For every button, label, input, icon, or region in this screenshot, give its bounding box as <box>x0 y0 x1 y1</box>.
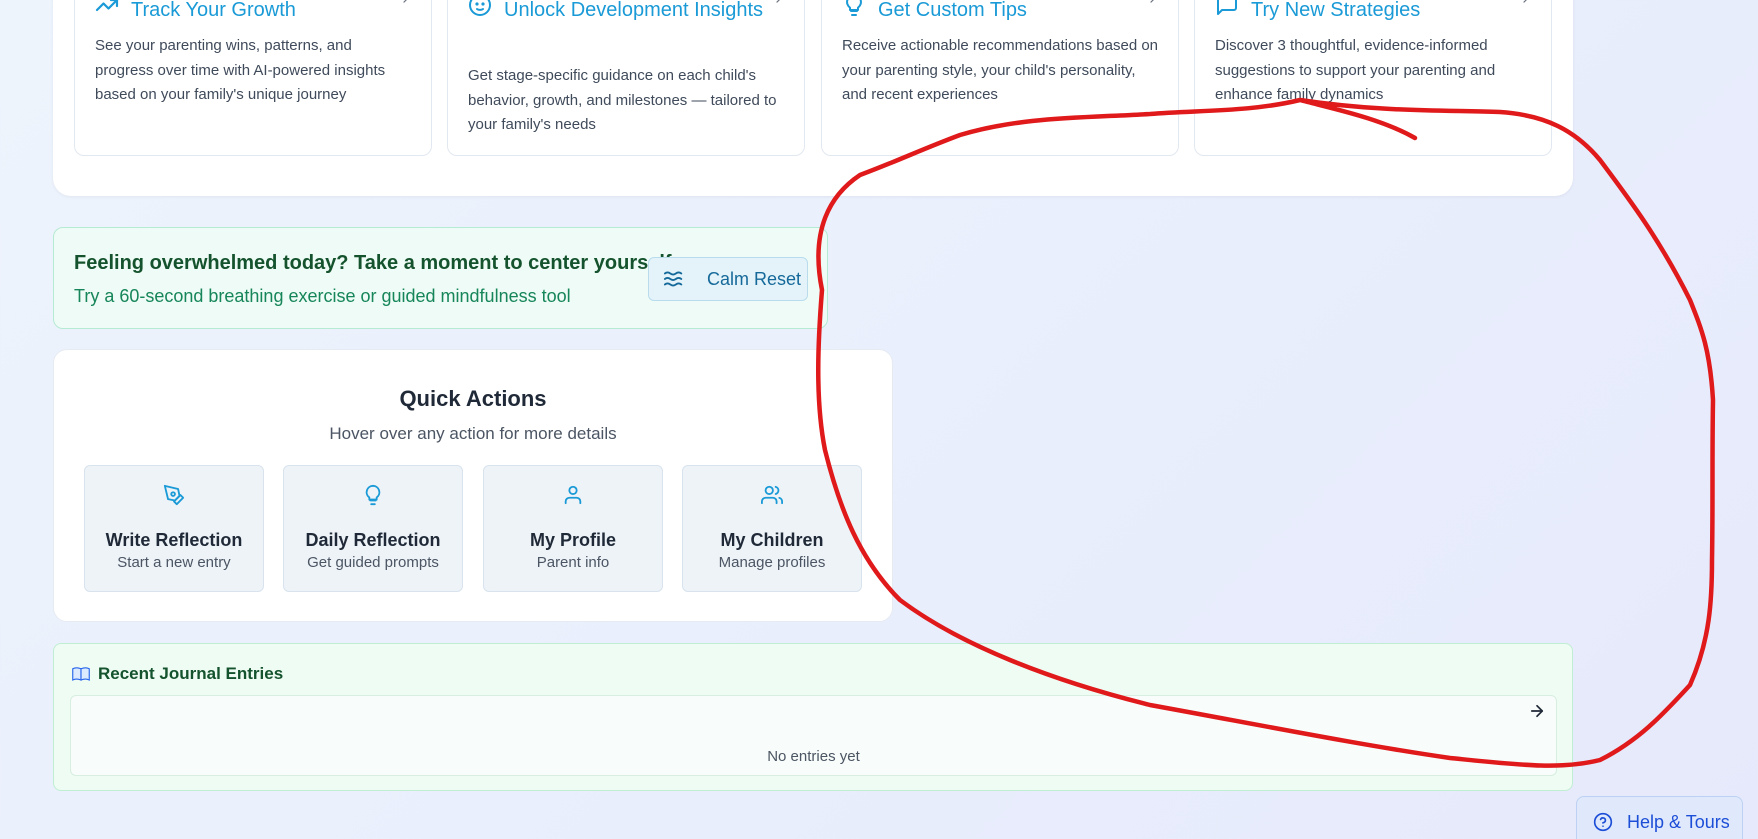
quick-actions-panel: Quick Actions Hover over any action for … <box>53 349 893 622</box>
quick-actions-subtitle: Hover over any action for more details <box>329 424 617 443</box>
write-reflection-button[interactable]: Write Reflection Start a new entry <box>84 465 264 592</box>
help-tours-button[interactable]: Help & Tours <box>1576 796 1743 839</box>
action-sublabel: Start a new entry <box>117 554 231 571</box>
arrow-right-icon <box>1150 0 1154 3</box>
arrow-right-icon[interactable] <box>1528 702 1546 720</box>
feature-title: Get Custom Tips <box>878 0 1027 21</box>
action-label: My Profile <box>529 530 617 550</box>
journal-header: Recent Journal Entries <box>72 664 283 684</box>
feature-description: See your parenting wins, patterns, and p… <box>95 37 386 103</box>
feature-description: Discover 3 thoughtful, evidence-informed… <box>1215 37 1496 103</box>
feature-card-new-strategies[interactable]: Try New Strategies Discover 3 thoughtful… <box>1194 0 1552 156</box>
book-icon <box>72 667 90 681</box>
action-label: Daily Reflection <box>305 530 441 550</box>
message-square-icon <box>1217 0 1237 15</box>
feature-title: Try New Strategies <box>1251 0 1421 21</box>
feature-card-development-insights[interactable]: Unlock Development Insights Get stage-sp… <box>447 0 805 156</box>
action-sublabel: Get guided prompts <box>307 554 439 571</box>
calm-reset-button[interactable]: Calm Reset <box>648 257 808 301</box>
user-icon <box>564 485 582 505</box>
lightbulb-icon <box>846 0 862 16</box>
empty-state-text: No entries yet <box>767 748 860 765</box>
feature-description: Get stage-specific guidance on each chil… <box>468 67 777 133</box>
action-sublabel: Parent info <box>536 554 610 571</box>
feature-card-custom-tips[interactable]: Get Custom Tips Receive actionable recom… <box>821 0 1179 156</box>
daily-reflection-button[interactable]: Daily Reflection Get guided prompts <box>283 465 463 592</box>
my-children-button[interactable]: My Children Manage profiles <box>682 465 862 592</box>
trending-up-icon <box>95 0 119 12</box>
calm-reset-label: Calm Reset <box>707 268 802 289</box>
feature-title: Track Your Growth <box>131 0 296 21</box>
feature-card-track-growth[interactable]: Track Your Growth See your parenting win… <box>74 0 432 156</box>
features-panel: Track Your Growth See your parenting win… <box>53 0 1573 196</box>
calm-title: Feeling overwhelmed today? Take a moment… <box>74 252 678 274</box>
help-circle-icon <box>1593 812 1613 832</box>
users-icon <box>761 485 783 505</box>
recent-journal-panel: Recent Journal Entries No entries yet <box>53 643 1573 791</box>
lightbulb-icon <box>365 484 381 506</box>
arrow-right-icon <box>1523 0 1527 3</box>
waves-icon <box>663 271 683 287</box>
feature-description: Receive actionable recommendations based… <box>842 37 1159 103</box>
feature-title: Unlock Development Insights <box>504 0 764 21</box>
quick-actions-title: Quick Actions <box>399 386 547 411</box>
help-tours-label: Help & Tours <box>1627 811 1730 832</box>
calm-reset-banner: Feeling overwhelmed today? Take a moment… <box>53 227 828 329</box>
action-label: My Children <box>720 530 824 550</box>
baby-face-icon <box>469 0 491 16</box>
calm-subtitle: Try a 60-second breathing exercise or gu… <box>74 286 571 306</box>
arrow-right-icon <box>403 0 407 3</box>
arrow-right-icon <box>776 0 780 3</box>
journal-title: Recent Journal Entries <box>98 664 284 683</box>
action-sublabel: Manage profiles <box>718 554 826 571</box>
my-profile-button[interactable]: My Profile Parent info <box>483 465 663 592</box>
action-label: Write Reflection <box>105 530 243 550</box>
journal-entries-list: No entries yet <box>70 695 1557 776</box>
pen-tool-icon <box>163 484 185 506</box>
